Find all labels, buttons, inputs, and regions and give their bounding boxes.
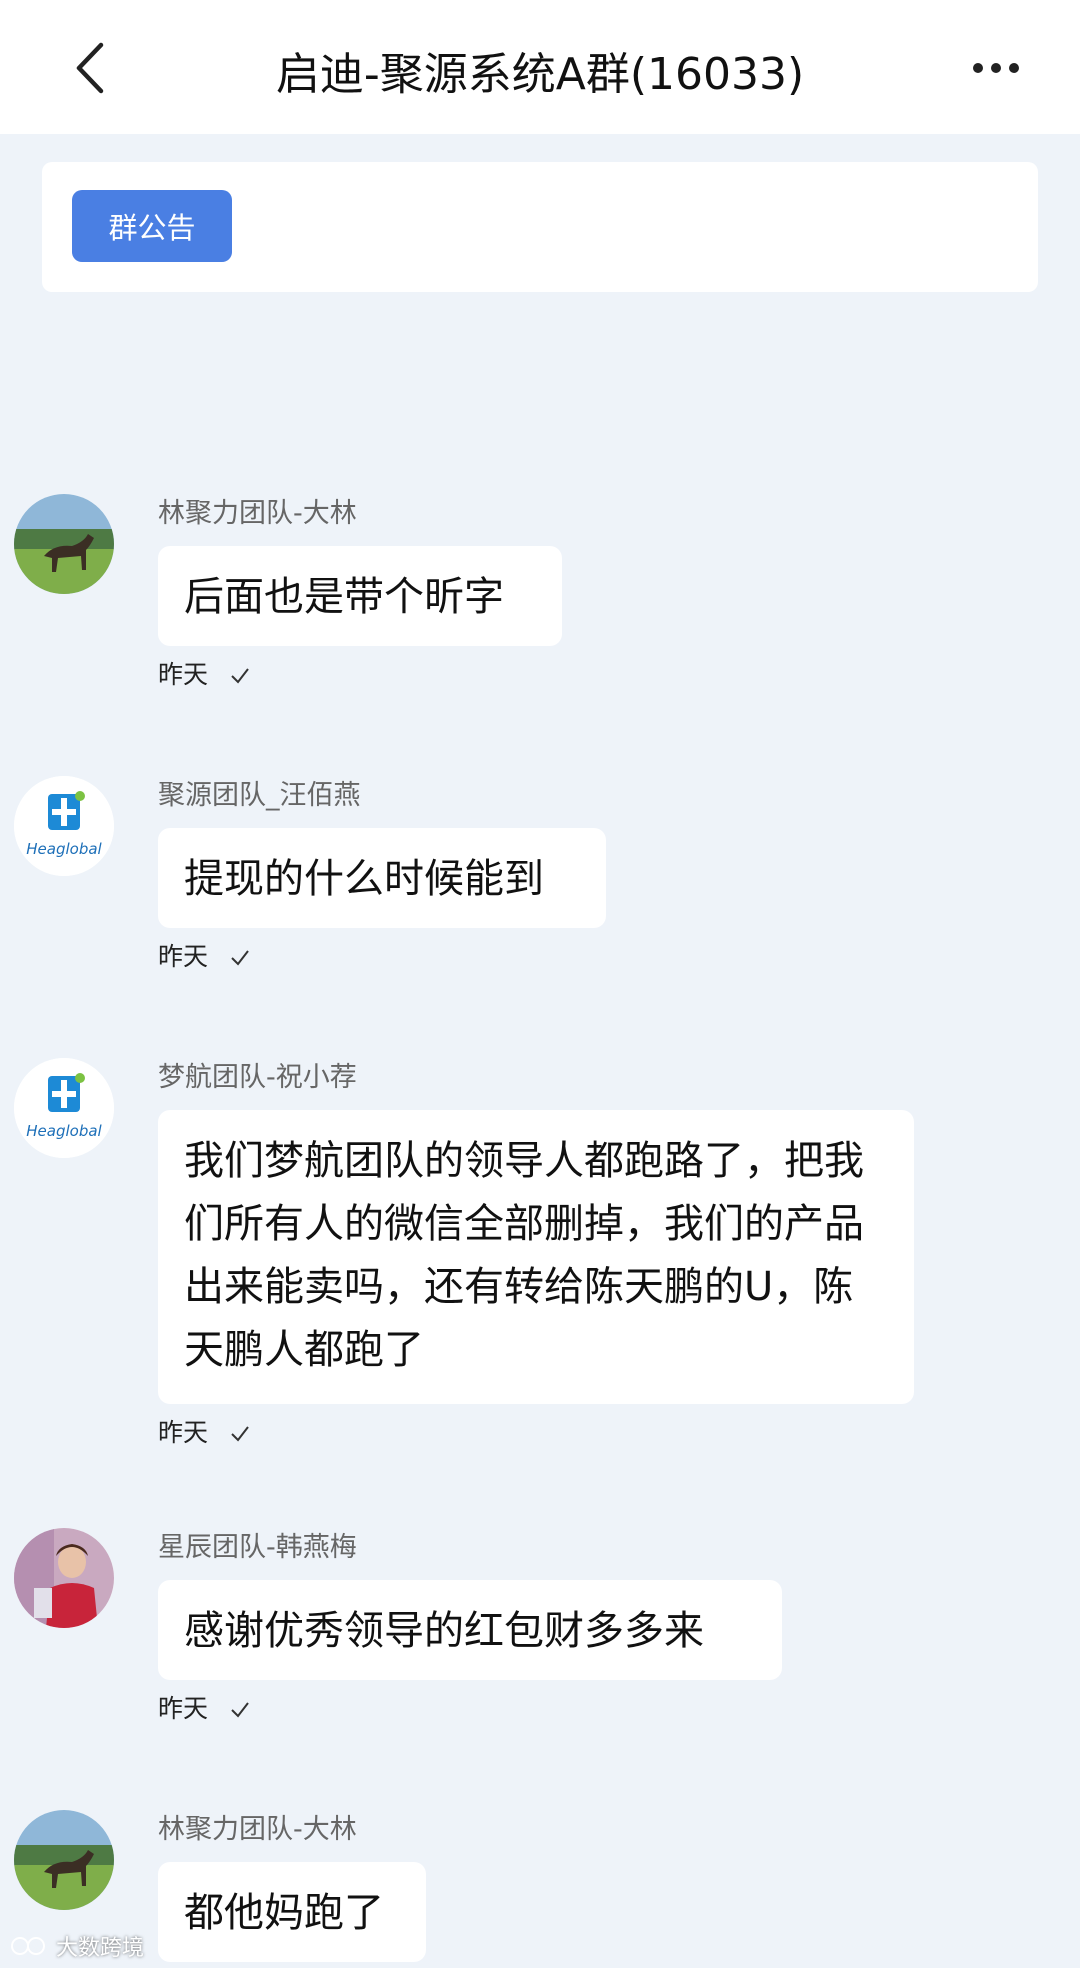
check-icon	[231, 950, 249, 966]
avatar-logo-text: Heaglobal	[26, 1122, 102, 1140]
heaglobal-logo-avatar[interactable]: Heaglobal	[14, 1058, 114, 1158]
group-title: 启迪-聚源系统A群(16033)	[275, 49, 805, 100]
message-meta: 昨天	[158, 940, 252, 974]
message-bubble[interactable]: 我们梦航团队的领导人都跑路了，把我们所有人的微信全部删掉，我们的产品出来能卖吗，…	[158, 1110, 914, 1404]
top-bar: 启迪-聚源系统A群(16033)	[0, 0, 1080, 134]
message-bubble[interactable]: 都他妈跑了	[158, 1862, 426, 1962]
horse-avatar-icon[interactable]	[14, 1810, 114, 1910]
sender-name: 梦航团队-祝小荐	[158, 1062, 357, 1093]
message-meta: 昨天	[158, 1692, 252, 1726]
heaglobal-logo-avatar[interactable]: Heaglobal	[14, 776, 114, 876]
watermark-logo-icon	[11, 1937, 45, 1955]
avatar-logo-text: Heaglobal	[26, 840, 102, 858]
message-bubble[interactable]: 后面也是带个昕字	[158, 546, 562, 646]
sender-name: 聚源团队_汪佰燕	[158, 780, 361, 811]
message-meta: 昨天	[158, 658, 252, 692]
sender-name: 林聚力团队-大林	[158, 1814, 357, 1845]
message-meta: 昨天	[158, 1416, 252, 1450]
more-dot-icon	[1009, 63, 1019, 73]
sender-name: 林聚力团队-大林	[158, 498, 357, 529]
chevron-left-icon	[76, 42, 104, 94]
back-button[interactable]	[60, 38, 120, 98]
person-avatar-icon[interactable]	[14, 1528, 114, 1628]
message-time: 昨天	[158, 1418, 209, 1447]
check-icon	[231, 1426, 249, 1442]
check-icon	[231, 1702, 249, 1718]
more-dot-icon	[991, 63, 1001, 73]
message-bubble[interactable]: 感谢优秀领导的红包财多多来	[158, 1580, 782, 1680]
more-options-button[interactable]	[956, 40, 1036, 96]
message-time: 昨天	[158, 1694, 209, 1723]
check-icon	[231, 668, 249, 684]
more-dot-icon	[973, 63, 983, 73]
message-time: 昨天	[158, 942, 209, 971]
watermark: 大数跨境	[10, 1930, 144, 1962]
group-notice-button[interactable]: 群公告	[72, 190, 232, 262]
group-notice-card: 群公告	[42, 162, 1038, 292]
sender-name: 星辰团队-韩燕梅	[158, 1532, 357, 1563]
message-bubble[interactable]: 提现的什么时候能到	[158, 828, 606, 928]
message-time: 昨天	[158, 660, 209, 689]
watermark-text: 大数跨境	[56, 1936, 145, 1961]
horse-avatar-icon[interactable]	[14, 494, 114, 594]
